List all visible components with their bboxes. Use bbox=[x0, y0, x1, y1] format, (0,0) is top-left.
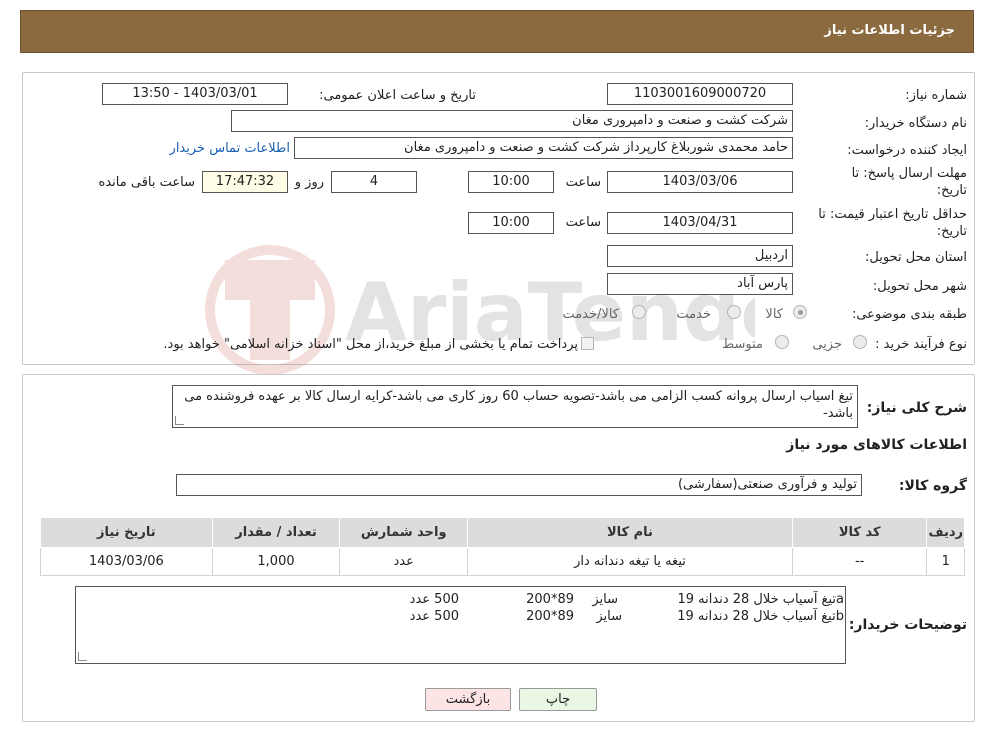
buyer-org-label: نام دستگاه خریدار: bbox=[864, 116, 967, 131]
validity-label: حداقل تاریخ اعتبار قیمت: تا bbox=[818, 207, 967, 222]
items-table: ردیف کد کالا نام کالا واحد شمارش تعداد /… bbox=[40, 517, 965, 576]
col-unit: واحد شمارش bbox=[339, 517, 469, 548]
requester-label: ایجاد کننده درخواست: bbox=[847, 143, 967, 158]
category-option-goods: کالا bbox=[765, 307, 783, 322]
note-size-label: سایز bbox=[592, 592, 618, 607]
description-text: تیغ اسیاب ارسال پروانه کسب الزامی می باش… bbox=[184, 389, 853, 421]
col-row-number: ردیف bbox=[926, 517, 965, 548]
col-item-code: کد کالا bbox=[791, 517, 928, 548]
items-table-header: ردیف کد کالا نام کالا واحد شمارش تعداد /… bbox=[40, 517, 965, 548]
table-row: 1 -- تیغه یا تیغه دندانه دار عدد 1,000 1… bbox=[40, 547, 965, 576]
province-field: اردبیل bbox=[607, 245, 793, 267]
validity-label-date: تاریخ: bbox=[936, 224, 967, 239]
page-title: جزئیات اطلاعات نیاز bbox=[824, 23, 955, 38]
description-textarea[interactable]: تیغ اسیاب ارسال پروانه کسب الزامی می باش… bbox=[172, 385, 858, 428]
cell-item-code: -- bbox=[791, 547, 928, 576]
goods-group-label: گروه کالا: bbox=[898, 478, 967, 494]
announce-field: 1403/03/01 - 13:50 bbox=[102, 83, 288, 105]
goods-section-title: اطلاعات کالاهای مورد نیاز bbox=[786, 437, 967, 453]
cell-unit: عدد bbox=[339, 547, 469, 576]
validity-time-field: 10:00 bbox=[468, 212, 554, 234]
process-label: نوع فرآیند خرید : bbox=[875, 337, 967, 352]
city-field: پارس آباد bbox=[607, 273, 793, 295]
need-number-field: 1103001609000720 bbox=[607, 83, 793, 105]
deadline-date-field: 1403/03/06 bbox=[607, 171, 793, 193]
process-option-minor: جزیی bbox=[812, 337, 842, 352]
province-label: استان محل تحویل: bbox=[865, 250, 967, 265]
buyer-org-field: شرکت کشت و صنعت و دامپروری مغان bbox=[231, 110, 793, 132]
deadline-time-field: 10:00 bbox=[468, 171, 554, 193]
note-line-1: aتیغ آسیاب خلال 28 دندانه 19 سایز 200*89… bbox=[76, 591, 847, 608]
note-size: 200*89 bbox=[526, 609, 574, 624]
category-label: طبقه بندی موضوعی: bbox=[851, 307, 967, 322]
col-need-date: تاریخ نیاز bbox=[40, 517, 213, 548]
requester-field: حامد محمدی شوربلاغ کارپرداز شرکت کشت و ص… bbox=[294, 137, 793, 159]
buyer-notes-label: توضیحات خریدار: bbox=[848, 617, 967, 633]
deadline-time-label: ساعت bbox=[565, 175, 601, 190]
deadline-label: مهلت ارسال پاسخ: تا bbox=[851, 166, 967, 181]
back-button[interactable]: بازگشت bbox=[425, 688, 511, 711]
category-option-both: کالا/خدمت bbox=[562, 307, 619, 322]
days-label: روز و bbox=[294, 175, 324, 190]
need-number-label: شماره نیاز: bbox=[905, 88, 967, 103]
description-label: شرح کلی نیاز: bbox=[866, 400, 967, 416]
note-item-name: aتیغ آسیاب خلال 28 دندانه 19 bbox=[677, 592, 845, 607]
remaining-days-field: 4 bbox=[331, 171, 417, 193]
buyer-contact-link[interactable]: اطلاعات تماس خریدار bbox=[170, 141, 290, 156]
city-label: شهر محل تحویل: bbox=[872, 279, 967, 294]
category-option-service: خدمت bbox=[676, 307, 711, 322]
resize-grip-icon[interactable] bbox=[175, 416, 184, 425]
page-header: جزئیات اطلاعات نیاز bbox=[20, 10, 974, 53]
note-size: 200*89 bbox=[526, 592, 574, 607]
items-table-wrapper: ردیف کد کالا نام کالا واحد شمارش تعداد /… bbox=[40, 517, 965, 576]
cell-row-number: 1 bbox=[926, 547, 965, 576]
goods-group-field: تولید و فرآوری صنعتی(سفارشی) bbox=[176, 474, 862, 496]
announce-label: تاریخ و ساعت اعلان عمومی: bbox=[319, 88, 476, 103]
note-size-label: سایز bbox=[596, 609, 622, 624]
cell-quantity: 1,000 bbox=[211, 547, 341, 576]
process-option-medium: متوسط bbox=[722, 337, 763, 352]
col-item-name: نام کالا bbox=[467, 517, 793, 548]
deadline-label-date: تاریخ: bbox=[936, 183, 967, 198]
resize-grip-icon[interactable] bbox=[78, 652, 87, 661]
note-qty: 500 عدد bbox=[409, 592, 459, 607]
note-qty: 500 عدد bbox=[409, 609, 459, 624]
category-radio-service[interactable] bbox=[727, 305, 741, 319]
process-radio-minor[interactable] bbox=[853, 335, 867, 349]
validity-date-field: 1403/04/31 bbox=[607, 212, 793, 234]
print-button[interactable]: چاپ bbox=[519, 688, 597, 711]
treasury-checkbox[interactable] bbox=[581, 337, 594, 350]
category-radio-goods[interactable] bbox=[793, 305, 807, 319]
buyer-notes-textarea[interactable]: aتیغ آسیاب خلال 28 دندانه 19 سایز 200*89… bbox=[75, 586, 846, 664]
validity-time-label: ساعت bbox=[565, 215, 601, 230]
cell-need-date: 1403/03/06 bbox=[40, 547, 213, 576]
col-quantity: تعداد / مقدار bbox=[211, 517, 341, 548]
process-radio-medium[interactable] bbox=[775, 335, 789, 349]
note-line-2: bتیغ آسیاب خلال 28 دندانه 19 سایز 200*89… bbox=[76, 608, 847, 625]
cell-item-name: تیغه یا تیغه دندانه دار bbox=[467, 547, 793, 576]
category-radio-both[interactable] bbox=[632, 305, 646, 319]
remaining-time-field: 17:47:32 bbox=[202, 171, 288, 193]
remaining-label: ساعت باقی مانده bbox=[98, 175, 195, 190]
process-note: پرداخت تمام یا بخشی از مبلغ خرید،از محل … bbox=[163, 337, 578, 352]
note-item-name: bتیغ آسیاب خلال 28 دندانه 19 bbox=[677, 609, 844, 624]
